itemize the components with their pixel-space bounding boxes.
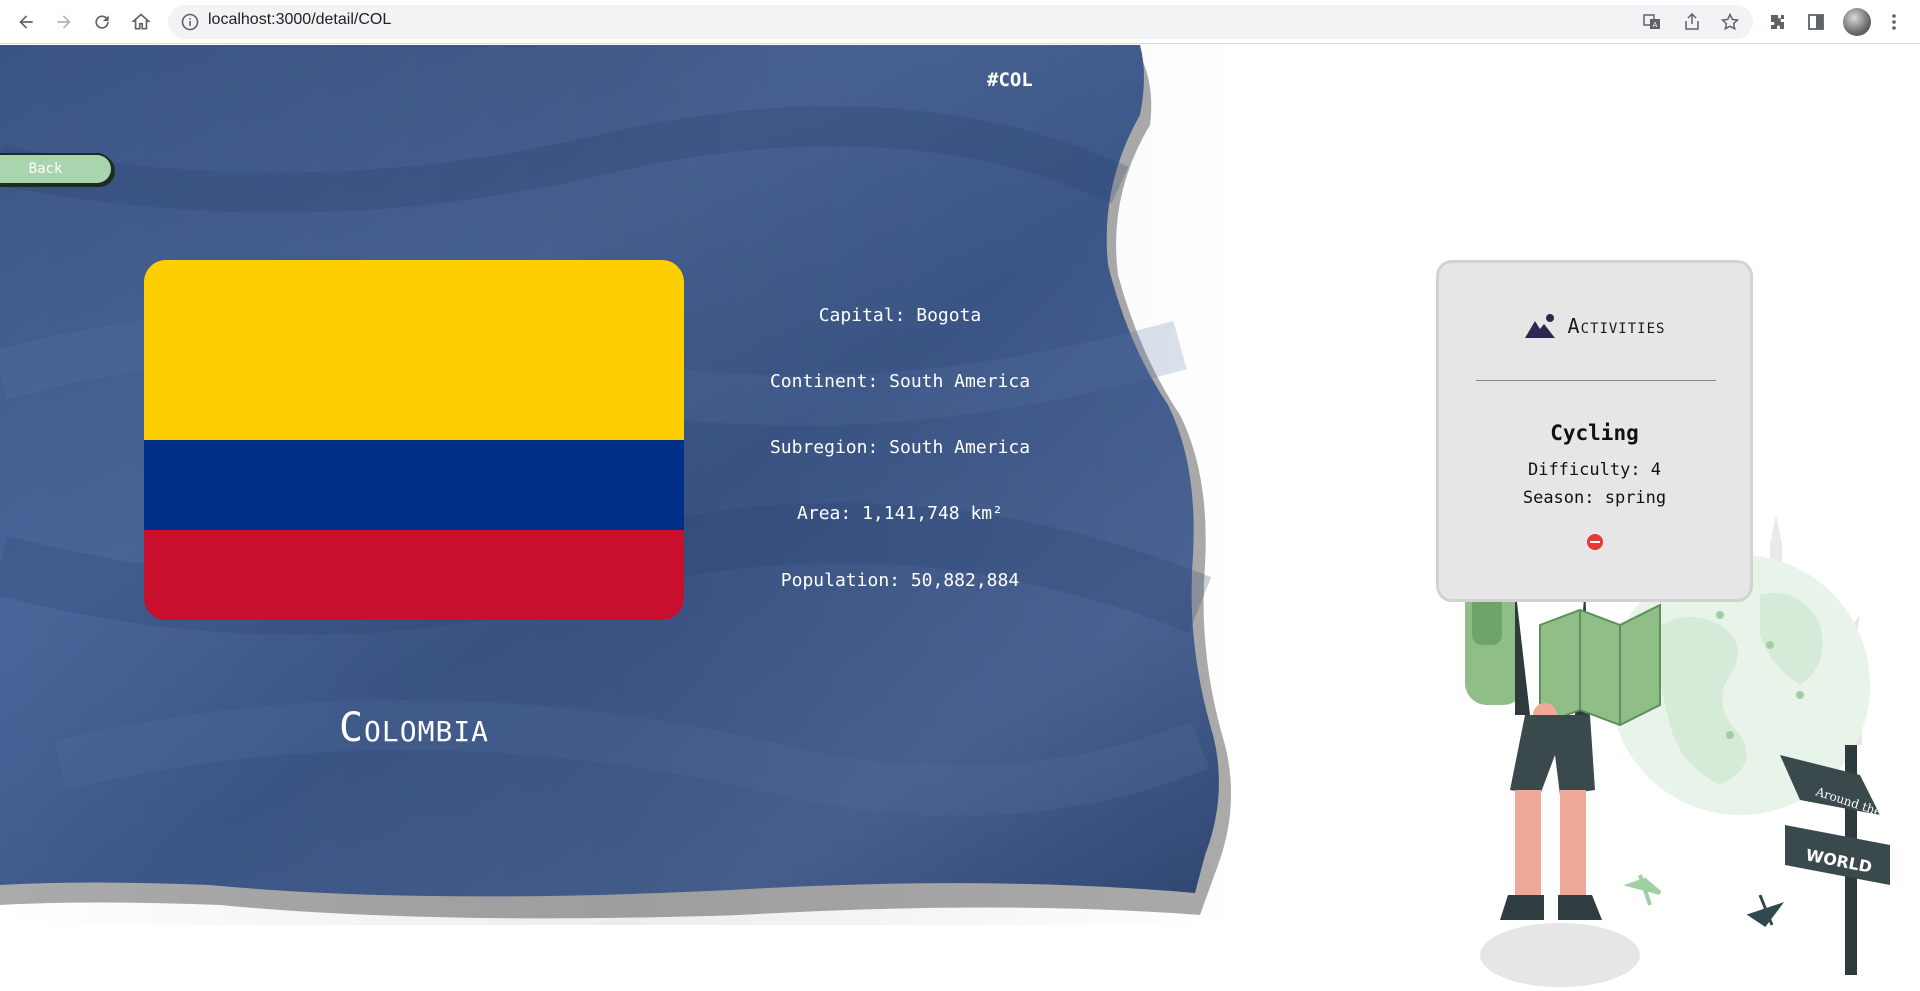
delete-activity-icon[interactable] [1587,534,1603,550]
share-icon[interactable] [1680,10,1704,34]
forward-arrow-icon[interactable] [50,8,78,36]
browser-toolbar: localhost:3000/detail/COL A [0,0,1920,44]
activity-name: Cycling [1550,421,1639,445]
reload-icon[interactable] [88,8,116,36]
menu-kebab-icon[interactable] [1882,10,1906,34]
activities-card: Activities Cycling Difficulty: 4 Season:… [1436,260,1753,602]
mountain-icon [1524,314,1555,338]
activities-header: Activities [1439,313,1750,339]
flag-stripe-red [144,530,684,620]
area-text: Area: 1,141,748 km² [797,503,1003,524]
profile-avatar[interactable] [1843,8,1871,36]
country-name: Colombia [338,705,490,751]
detail-page: #COL Back Colombia Capital: Bogota Conti… [0,45,1920,991]
around-the-world-signpost: Around the WORLD [1780,745,1890,975]
subregion-text: Subregion: South America [769,437,1031,458]
activity-season: Season: spring [1522,488,1667,508]
back-arrow-icon[interactable] [12,8,40,36]
capital-text: Capital: Bogota [818,305,982,326]
address-bar[interactable] [168,5,1753,39]
activity-difficulty: Difficulty: 4 [1527,460,1662,480]
side-panel-icon[interactable] [1804,10,1828,34]
extensions-icon[interactable] [1766,10,1790,34]
home-icon[interactable] [127,8,155,36]
activities-divider [1476,380,1716,381]
translate-icon[interactable]: A [1640,10,1664,34]
bookmark-star-icon[interactable] [1718,10,1742,34]
flag-stripe-yellow [144,260,684,440]
flag-stripe-blue [144,440,684,530]
url-text[interactable]: localhost:3000/detail/COL [208,11,391,29]
continent-text: Continent: South America [769,371,1031,392]
svg-text:A: A [1653,21,1658,29]
back-button[interactable]: Back [0,153,113,185]
activities-title: Activities [1567,314,1666,338]
country-flag-image [144,260,684,620]
site-info-icon[interactable] [180,12,200,32]
country-code-tag: #COL [987,69,1033,91]
population-text: Population: 50,882,884 [780,570,1020,591]
